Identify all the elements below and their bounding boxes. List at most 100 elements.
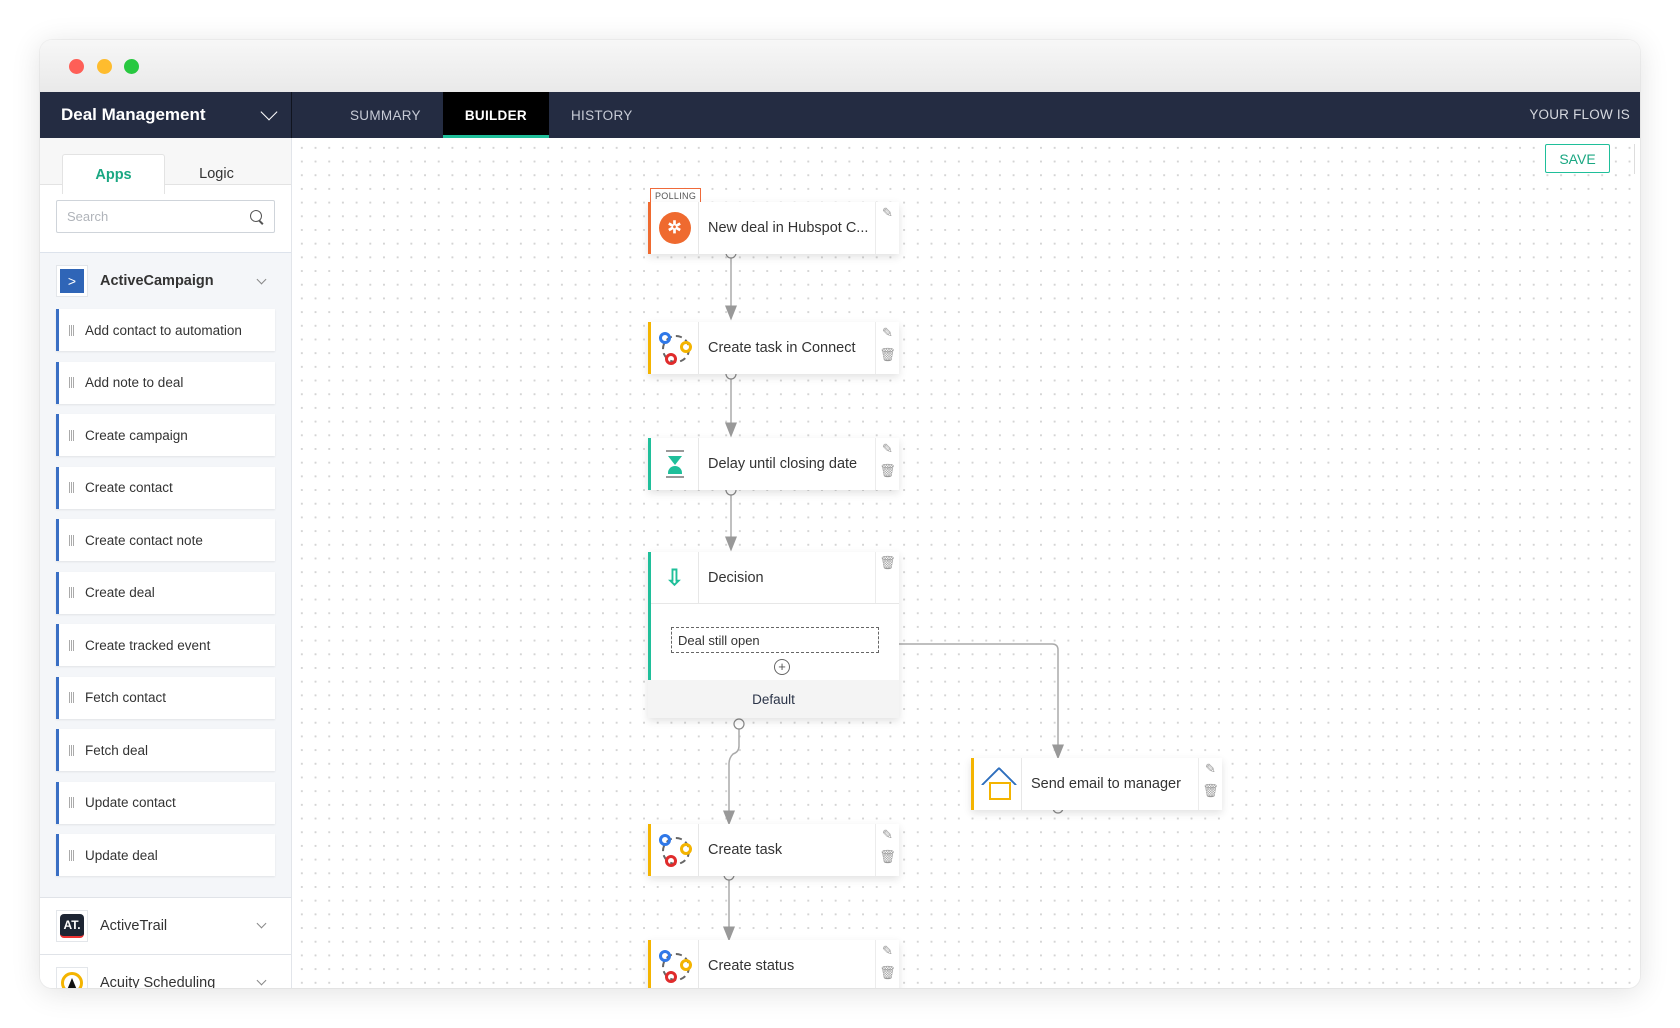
decision-node[interactable]: ⇩ Decision 🗑 Deal still open + Default [648,552,899,718]
trash-icon[interactable]: 🗑 [1202,784,1219,797]
chevron-down-icon[interactable] [256,975,267,986]
edit-icon[interactable]: ✎ [882,944,893,957]
action-item[interactable]: Update contact [56,781,275,824]
action-item[interactable]: Fetch deal [56,729,275,771]
drag-handle-icon[interactable] [69,849,75,861]
chevron-down-icon[interactable] [256,274,267,284]
chevron-down-icon[interactable] [256,918,267,929]
save-button[interactable]: SAVE [1545,144,1610,173]
expand-panel-button[interactable] [1634,144,1640,174]
app-name: ActiveTrail [100,917,168,934]
drag-handle-icon[interactable] [69,744,75,756]
node-icon-area [651,438,699,490]
flow-node[interactable]: Create task in Connect ✎ 🗑 [648,322,899,374]
action-item[interactable]: Update deal [56,834,275,876]
action-list: Add contact to automation Add note to de… [56,309,275,897]
add-branch-icon[interactable]: + [774,659,790,675]
flow-node[interactable]: Create task ✎ 🗑 [648,824,899,876]
node-ops: 🗑 [875,552,899,603]
tab-summary[interactable]: SUMMARY [328,92,443,138]
edit-icon[interactable]: ✎ [882,326,893,339]
search-icon[interactable] [250,209,264,224]
action-item[interactable]: Add contact to automation [56,309,275,351]
action-label: Add note to deal [85,375,184,390]
drag-handle-icon[interactable] [69,377,75,388]
sidebar-tabs: Apps Logic [40,138,291,194]
drag-handle-icon[interactable] [69,587,75,598]
node-label: New deal in Hubspot C... [708,220,869,236]
maximize-window-button[interactable] [124,59,139,74]
activetrail-logo: AT. [56,909,88,942]
node-ops: ✎ 🗑 [875,940,899,988]
drag-handle-icon[interactable] [69,534,75,546]
node-label: Send email to manager [1031,776,1181,792]
app-header-activetrail[interactable]: AT. ActiveTrail [56,898,275,954]
node-label: Create task in Connect [708,340,856,356]
search-box [56,200,275,233]
action-label: Update contact [85,795,176,810]
app-group-activetrail: AT. ActiveTrail [40,896,291,954]
drag-handle-icon[interactable] [69,692,75,703]
flow-node[interactable]: Send email to manager ✎ 🗑 [971,758,1222,810]
main-tabs: SUMMARY BUILDER HISTORY [328,92,655,138]
close-window-button[interactable] [69,59,84,74]
hourglass-icon [665,450,684,478]
node-label: Delay until closing date [708,456,858,472]
sidebar-tab-logic[interactable]: Logic [165,154,268,194]
node-ops: ✎ [875,202,899,254]
flow-node-trigger[interactable]: ✲ New deal in Hubspot C... ✎ [648,202,899,254]
flow-node[interactable]: Delay until closing date ✎ 🗑 [648,438,899,490]
action-item[interactable]: Create tracked event [56,624,275,666]
action-item[interactable]: Create campaign [56,414,275,456]
title-bar [40,40,1640,92]
flow-name: Deal Management [61,105,206,124]
node-ops: ✎ 🗑 [875,438,899,490]
action-item[interactable]: Create contact [56,466,275,509]
flow-canvas[interactable]: SAVE POLLING ✲ New deal in Hubspot C... … [292,138,1640,988]
trash-icon[interactable]: 🗑 [879,556,896,603]
edit-icon[interactable]: ✎ [882,206,893,219]
app-header-acuity-scheduling[interactable]: Acuity Scheduling [56,955,275,988]
connector-default-task [723,724,740,826]
edit-icon[interactable]: ✎ [882,442,893,455]
decision-icon: ⇩ [665,564,684,590]
node-icon-area [651,322,699,374]
tab-builder[interactable]: BUILDER [442,92,549,138]
edit-icon[interactable]: ✎ [1205,762,1216,775]
edit-icon[interactable]: ✎ [882,828,893,841]
trash-icon[interactable]: 🗑 [879,464,896,477]
default-branch[interactable]: Default [648,680,899,718]
drag-handle-icon[interactable] [69,429,75,441]
trash-icon[interactable]: 🗑 [879,348,896,361]
action-label: Fetch contact [85,690,167,705]
top-navbar: Deal Management SUMMARY BUILDER HISTORY … [40,92,1640,138]
tab-history[interactable]: HISTORY [549,92,655,138]
sidebar-tab-apps[interactable]: Apps [62,154,165,194]
action-item[interactable]: Fetch contact [56,676,275,719]
action-item[interactable]: Create deal [56,571,275,614]
action-label: Create tracked event [85,637,211,653]
decision-branch[interactable]: Deal still open [671,627,879,653]
decision-header: ⇩ Decision 🗑 [651,552,899,604]
drag-handle-icon[interactable] [69,324,75,336]
drag-handle-icon[interactable] [69,482,75,493]
flow-node[interactable]: Create status ✎ 🗑 [648,940,899,988]
action-label: Create contact note [85,532,203,548]
trash-icon[interactable]: 🗑 [879,850,896,863]
node-icon-area: ✲ [651,202,699,254]
action-label: Fetch deal [85,742,149,758]
minimize-window-button[interactable] [97,59,112,74]
flow-selector[interactable]: Deal Management [40,92,292,138]
drag-handle-icon[interactable] [69,639,75,651]
hubspot-icon: ✲ [658,212,691,244]
search-input[interactable] [67,209,250,224]
trash-icon[interactable]: 🗑 [879,966,896,979]
app-header-activecampaign[interactable]: > ActiveCampaign [56,253,275,309]
flow-status-label: YOUR FLOW IS [1529,107,1630,122]
action-item[interactable]: Create contact note [56,519,275,561]
action-item[interactable]: Add note to deal [56,361,275,404]
connect-icon [658,331,692,365]
action-label: Create campaign [85,427,188,443]
drag-handle-icon[interactable] [69,797,75,808]
sidebar: Apps Logic > ActiveCampaign Add contact … [40,138,292,988]
